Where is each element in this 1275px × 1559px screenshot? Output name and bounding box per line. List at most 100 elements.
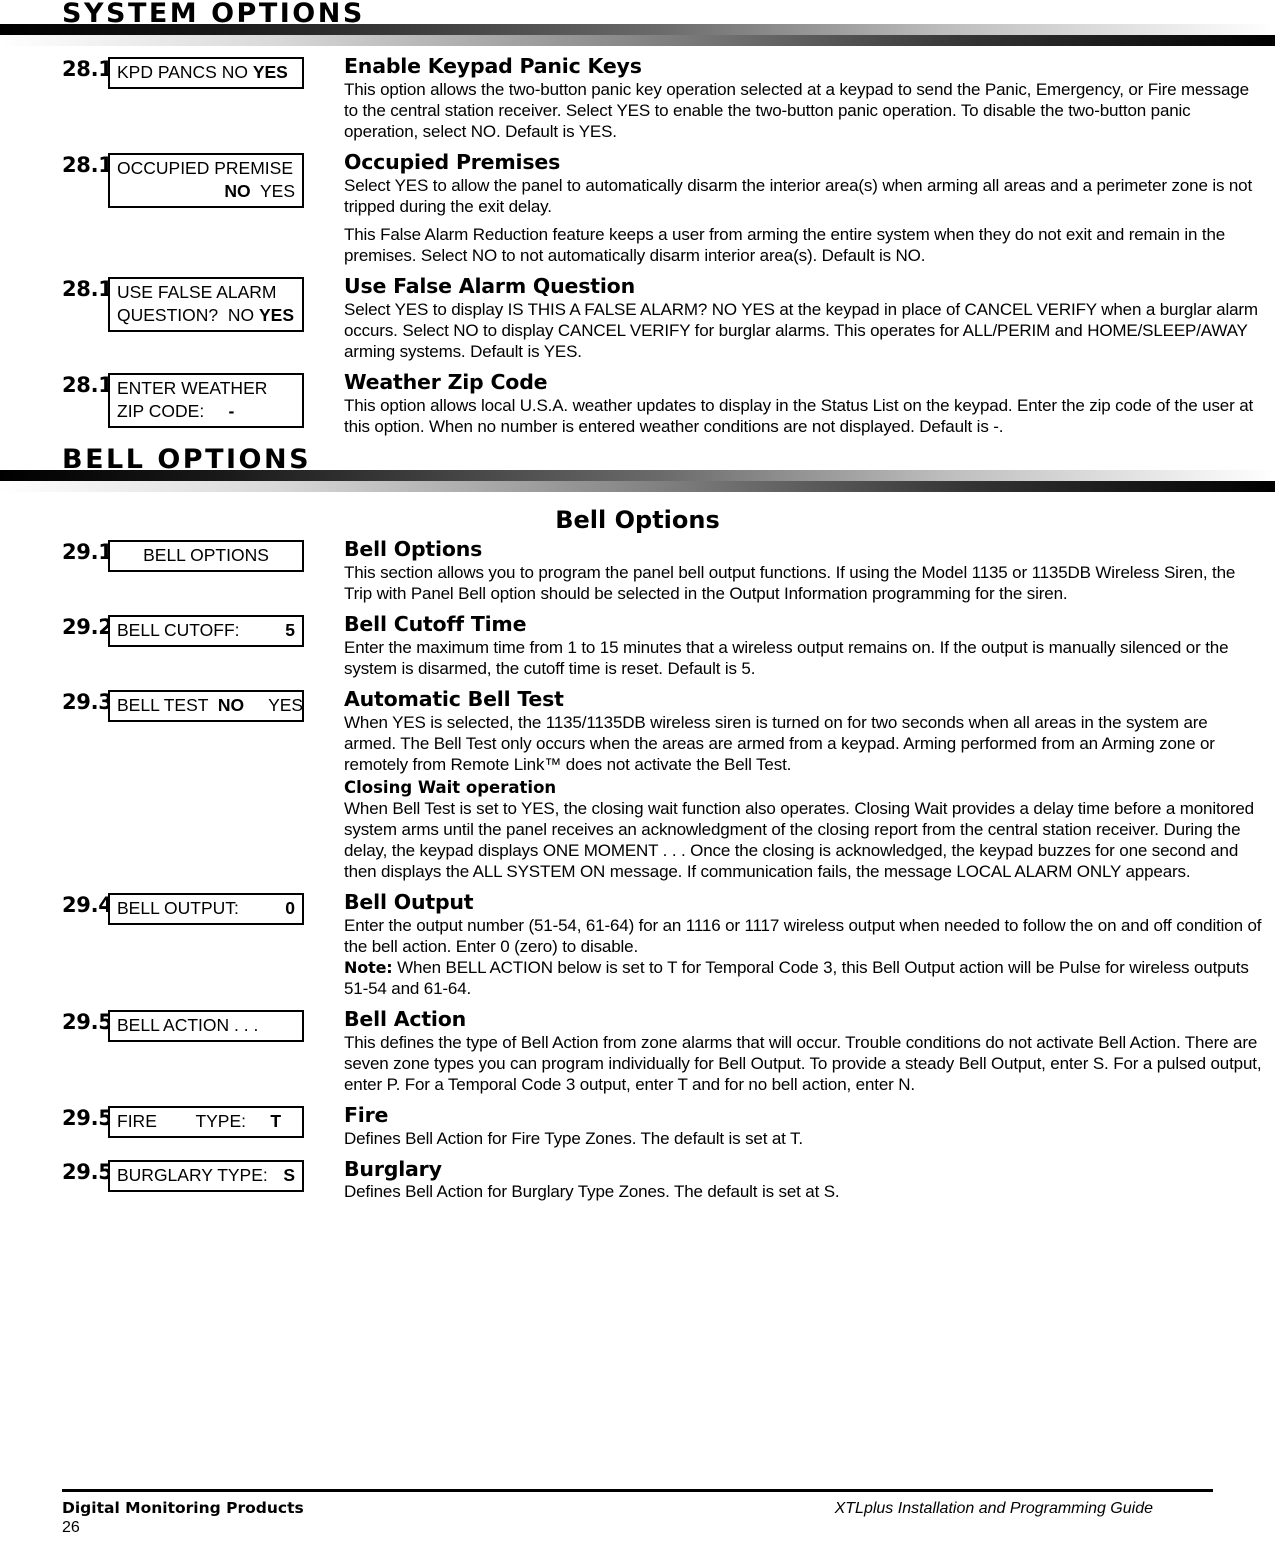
keypad-text: FIRE TYPE: (117, 1110, 271, 1131)
option-title: Occupied Premises (344, 149, 561, 174)
keypad-column: OCCUPIED PREMISE NO YES (108, 151, 330, 208)
option-row: 29.5 BELL ACTION . . . Bell Action This def… (0, 1006, 1275, 1095)
option-number: 29.3 (62, 689, 113, 714)
option-title: Weather Zip Code (344, 369, 548, 394)
option-body: Enable Keypad Panic Keys This option allo… (330, 55, 1275, 142)
keypad-text: KPD PANCS NO (117, 62, 253, 82)
keypad-text: YES (244, 694, 304, 715)
option-body: Bell Action This defines the type of Bell… (330, 1006, 1275, 1095)
option-number: 29.5.1 (62, 1105, 135, 1130)
option-row: 29.1 BELL OPTIONS Bell Options This section… (0, 536, 1275, 604)
keypad-text: BELL OPTIONS (143, 544, 269, 565)
keypad-text: BURGLARY TYPE: (117, 1164, 268, 1185)
option-number: 28.18 (62, 276, 127, 301)
footer-company: Digital Monitoring Products (62, 1499, 304, 1517)
option-row: 29.3 BELL TEST NO YES Automatic Bell Test W… (0, 686, 1275, 882)
keypad-display: FIRE TYPE: T (108, 1105, 304, 1138)
option-row: 28.18 USE FALSE ALARM QUESTION? NO YES Use … (0, 273, 1275, 362)
option-paragraph: This option allows local U.S.A. weather … (344, 395, 1254, 436)
keypad-display: OCCUPIED PREMISE NO YES (108, 152, 304, 208)
option-body: Use False Alarm Question Select YES to di… (330, 273, 1275, 362)
keypad-text: BELL TEST (117, 694, 218, 715)
page-footer: Digital Monitoring Products XTLplus Inst… (0, 1489, 1275, 1537)
keypad-display: BELL OPTIONS (108, 539, 304, 572)
option-paragraph: Enter the maximum time from 1 to 15 minu… (344, 637, 1229, 678)
keypad-text: NO (224, 180, 251, 201)
keypad-text: YES (258, 304, 294, 325)
option-title: Automatic Bell Test (344, 686, 564, 711)
option-paragraph: Select YES to allow the panel to automat… (344, 175, 1253, 216)
option-sub-paragraph: When Bell Test is set to YES, the closin… (344, 798, 1254, 881)
option-number: 29.1 (62, 539, 113, 564)
keypad-text: - (228, 400, 235, 421)
keypad-line: FIRE TYPE: T (117, 1110, 295, 1133)
keypad-text: USE FALSE ALARM (117, 281, 277, 302)
row-gap (0, 679, 1275, 688)
keypad-text: QUESTION? NO (117, 304, 259, 325)
option-body: Automatic Bell Test When YES is selected,… (330, 686, 1275, 882)
option-title: Burglary (344, 1156, 442, 1181)
row-gap (0, 1202, 1275, 1211)
section-centered-heading: Bell Options (555, 505, 720, 534)
keypad-line: OCCUPIED PREMISE (117, 157, 295, 180)
option-row: 28.16 KPD PANCS NO YES Enable Keypad Panic… (0, 55, 1275, 142)
keypad-column: BELL OPTIONS (108, 538, 330, 572)
keypad-column: BELL CUTOFF: 5 (108, 613, 330, 647)
option-title: Use False Alarm Question (344, 273, 635, 298)
option-title: Fire (344, 1102, 389, 1127)
keypad-line: BELL OUTPUT: 0 (117, 897, 295, 920)
option-number: 28.17 (62, 152, 127, 177)
keypad-display: USE FALSE ALARM QUESTION? NO YES (108, 276, 304, 332)
option-title: Bell Options (344, 536, 483, 561)
banner-stripe-bottom (0, 35, 1275, 46)
document-page: SYSTEM OPTIONS 28.16 KPD PANCS NO YES Enabl… (0, 0, 1275, 1211)
keypad-column: BURGLARY TYPE: S (108, 1158, 330, 1192)
option-title: Bell Output (344, 889, 474, 914)
keypad-column: USE FALSE ALARM QUESTION? NO YES (108, 275, 330, 332)
option-paragraph: This False Alarm Reduction feature keeps… (344, 224, 1226, 265)
section-banner: BELL OPTIONS (0, 446, 1275, 492)
keypad-line: BELL TEST NO YES (117, 694, 303, 717)
keypad-display: BELL ACTION . . . (108, 1009, 304, 1042)
keypad-text: BELL ACTION . . . (117, 1014, 259, 1035)
keypad-text: 0 (285, 897, 295, 918)
option-paragraph: This defines the type of Bell Action fro… (344, 1032, 1262, 1094)
footer-divider (62, 1489, 1213, 1492)
option-title: Bell Cutoff Time (344, 611, 527, 636)
keypad-line: NO YES (117, 180, 295, 203)
option-row: 29.5.2 BURGLARY TYPE: S Burglary Defines Bel… (0, 1156, 1275, 1203)
row-gap (0, 362, 1275, 371)
option-body: Weather Zip Code This option allows local… (330, 369, 1275, 437)
option-row: 29.5.1 FIRE TYPE: T Fire Defines Bell Actio… (0, 1102, 1275, 1149)
keypad-text: S (283, 1164, 295, 1185)
row-gap (0, 1095, 1275, 1104)
option-body: Bell Output Enter the output number (51-5… (330, 889, 1275, 999)
keypad-line: USE FALSE ALARM (117, 281, 295, 304)
option-title: Bell Action (344, 1006, 467, 1031)
banner-stripe-bottom (0, 480, 1275, 492)
keypad-text: ZIP CODE: (117, 400, 229, 421)
keypad-column: FIRE TYPE: T (108, 1104, 330, 1138)
option-number: 28.16 (62, 57, 127, 81)
keypad-column: BELL OUTPUT: 0 (108, 891, 330, 925)
row-gap (0, 604, 1275, 613)
keypad-text: ENTER WEATHER (117, 377, 268, 398)
option-body: Occupied Premises Select YES to allow the… (330, 149, 1275, 266)
option-paragraph: Defines Bell Action for Burglary Type Zo… (344, 1182, 840, 1202)
option-paragraph: Select YES to display IS THIS A FALSE AL… (344, 299, 1258, 361)
keypad-text: T (270, 1110, 282, 1131)
keypad-column: KPD PANCS NO YES (108, 55, 330, 89)
option-body: Burglary Defines Bell Action for Burglary… (330, 1156, 1275, 1203)
option-paragraph: This section allows you to program the p… (344, 562, 1236, 603)
keypad-display: BELL CUTOFF: 5 (108, 614, 304, 647)
keypad-display: ENTER WEATHER ZIP CODE: - (108, 372, 304, 428)
row-gap (0, 266, 1275, 275)
keypad-text: NO (217, 694, 245, 715)
row-gap (0, 882, 1275, 891)
keypad-line: ENTER WEATHER (117, 377, 295, 400)
section-banner-title: BELL OPTIONS (62, 443, 312, 475)
keypad-line: QUESTION? NO YES (117, 304, 295, 327)
row-gap (0, 999, 1275, 1008)
option-row: 28.17 OCCUPIED PREMISE NO YES Occupied Prem… (0, 149, 1275, 266)
option-row: 28.19 ENTER WEATHER ZIP CODE: - Weather Zip… (0, 369, 1275, 437)
